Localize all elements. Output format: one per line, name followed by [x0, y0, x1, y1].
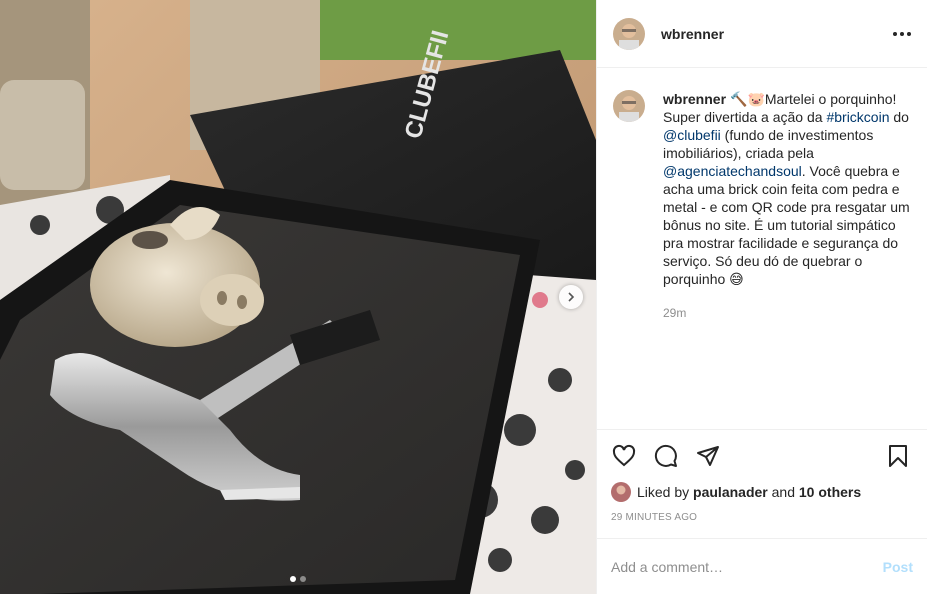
caption-comment: wbrenner 🔨🐷Martelei o porquinho! Super di… [613, 90, 911, 322]
paper-plane-icon[interactable] [695, 443, 721, 469]
instagram-post: CLUBEFII wbrenner wbrenner 🔨🐷Martelei o … [0, 0, 927, 594]
comment-bubble-icon[interactable] [653, 443, 679, 469]
likes-prefix: Liked by [637, 484, 690, 500]
photo-illustration: CLUBEFII [0, 0, 596, 594]
carousel-indicator [0, 576, 596, 582]
caption-text: wbrenner 🔨🐷Martelei o porquinho! Super di… [663, 90, 911, 288]
action-section: Liked by paulanader and 10 others 29 MIN… [597, 429, 927, 526]
caption-username[interactable]: wbrenner [663, 91, 726, 107]
post-side-panel: wbrenner wbrenner 🔨🐷Martelei o porquinho!… [596, 0, 927, 594]
carousel-dot-2 [300, 576, 306, 582]
carousel-dot-1 [290, 576, 296, 582]
caption-timestamp[interactable]: 29m [663, 304, 911, 322]
carousel-next-button[interactable] [559, 285, 583, 309]
comments-area: wbrenner 🔨🐷Martelei o porquinho! Super di… [597, 68, 927, 429]
caption-avatar[interactable] [613, 90, 645, 122]
caption-tag-link[interactable]: #brickcoin [826, 109, 889, 125]
author-avatar[interactable] [613, 17, 645, 50]
caption-text-segment: do [889, 109, 909, 125]
add-comment-bar: Post [597, 538, 927, 594]
heart-icon[interactable] [611, 443, 637, 469]
caption-tag-link[interactable]: @clubefii [663, 127, 721, 143]
liker-avatar[interactable] [611, 482, 631, 502]
action-icons [611, 436, 911, 476]
likes-conjunction: and [771, 484, 795, 500]
author-username[interactable]: wbrenner [661, 26, 724, 42]
post-header: wbrenner [597, 0, 927, 68]
bookmark-icon[interactable] [885, 443, 911, 469]
caption-body: wbrenner 🔨🐷Martelei o porquinho! Super di… [663, 90, 911, 322]
liker-username[interactable]: paulanader [693, 484, 768, 500]
comment-input[interactable] [611, 558, 883, 575]
caption-tag-link[interactable]: @agenciatechandsoul [663, 163, 802, 179]
likes-others-link[interactable]: 10 others [799, 484, 861, 500]
post-photo[interactable]: CLUBEFII [0, 0, 596, 594]
post-comment-button[interactable]: Post [883, 559, 913, 575]
chevron-right-icon [568, 292, 575, 302]
caption-text-segment: . Você quebra e acha uma brick coin feit… [663, 163, 910, 287]
likes-line: Liked by paulanader and 10 others [611, 480, 911, 504]
more-options-icon[interactable] [893, 26, 911, 42]
post-timestamp[interactable]: 29 MINUTES AGO [611, 512, 911, 526]
